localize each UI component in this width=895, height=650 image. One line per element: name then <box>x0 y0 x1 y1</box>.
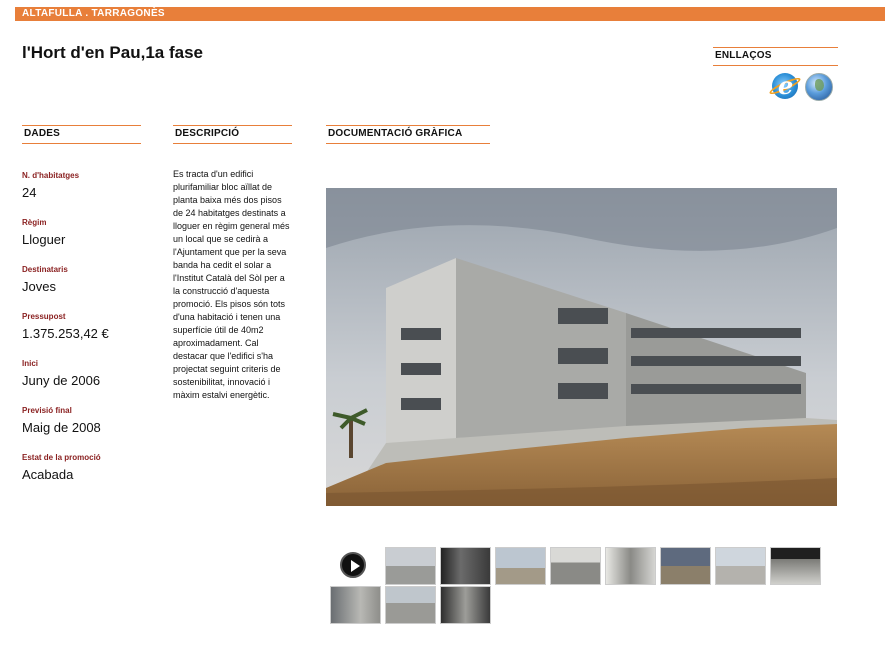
thumbnail-2[interactable] <box>440 547 491 585</box>
field-value-regime: Lloguer <box>22 232 66 247</box>
thumbnail-8[interactable] <box>770 547 821 585</box>
thumbnail-6[interactable] <box>660 547 711 585</box>
field-value-recipients: Joves <box>22 279 56 294</box>
links-section-label: ENLLAÇOS <box>715 50 772 61</box>
thumbnail-9[interactable] <box>330 586 381 624</box>
field-label-recipients: Destinataris <box>22 265 68 274</box>
region-header-bar: ALTAFULLA . TARRAGONÈS <box>15 7 885 21</box>
field-label-status: Estat de la promoció <box>22 453 101 462</box>
field-value-status: Acabada <box>22 467 74 482</box>
field-label-dwellings: N. d'habitatges <box>22 171 80 180</box>
description-text: Es tracta d'un edifici plurifamiliar blo… <box>173 169 290 400</box>
internet-explorer-icon[interactable] <box>772 71 798 100</box>
thumbnail-7[interactable] <box>715 547 766 585</box>
field-value-start: Juny de 2006 <box>22 373 101 388</box>
description-section-label: DESCRIPCIÓ <box>175 128 240 139</box>
field-value-budget: 1.375.253,42 € <box>22 326 109 341</box>
field-label-planned-end: Previsió final <box>22 406 72 415</box>
thumbnail-4[interactable] <box>550 547 601 585</box>
field-label-regime: Règim <box>22 218 47 227</box>
graphics-section-header: DOCUMENTACIÓ GRÀFICA <box>326 125 490 144</box>
field-label-start: Inici <box>22 359 39 368</box>
links-section-header: ENLLAÇOS <box>713 47 838 66</box>
play-icon[interactable] <box>340 552 366 578</box>
field-label-budget: Pressupost <box>22 312 66 321</box>
field-value-dwellings: 24 <box>22 185 37 200</box>
thumbnail-3[interactable] <box>495 547 546 585</box>
globe-icon[interactable] <box>805 73 833 101</box>
thumbnail-1[interactable] <box>385 547 436 585</box>
thumbnail-5[interactable] <box>605 547 656 585</box>
thumbnail-10[interactable] <box>385 586 436 624</box>
description-section-header: DESCRIPCIÓ <box>173 125 292 144</box>
breadcrumb[interactable]: ALTAFULLA . TARRAGONÈS <box>22 7 165 21</box>
main-photo[interactable] <box>326 188 837 506</box>
page-title: l'Hort d'en Pau,1a fase <box>22 43 203 62</box>
data-section-label: DADES <box>24 128 61 139</box>
data-section-header: DADES <box>22 125 141 144</box>
graphics-section-label: DOCUMENTACIÓ GRÀFICA <box>328 128 463 139</box>
building-photo <box>326 188 837 506</box>
field-value-planned-end: Maig de 2008 <box>22 420 101 435</box>
thumbnail-11[interactable] <box>440 586 491 624</box>
